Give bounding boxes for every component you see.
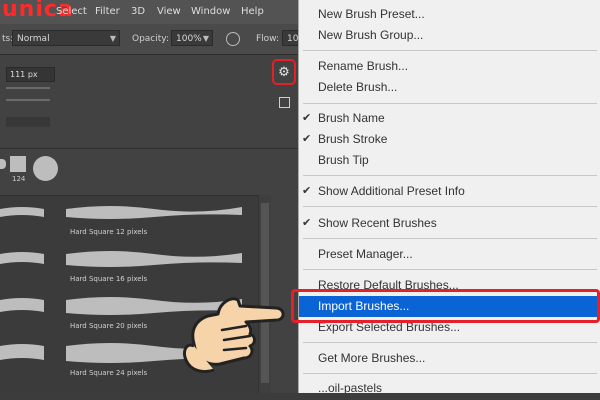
menu-new-brush-preset[interactable]: New Brush Preset...: [299, 4, 600, 25]
brush-size-value: 111 px: [10, 70, 38, 79]
gear-icon: ⚙: [278, 64, 290, 80]
menu-oil-pastels[interactable]: ...oil-pastels: [299, 378, 600, 393]
size-slider[interactable]: [6, 87, 50, 89]
checkmark-icon: ✔: [302, 185, 312, 197]
recent-brush-size: 124: [12, 175, 26, 183]
menu-separator: [303, 206, 597, 207]
menu-separator: [303, 373, 597, 374]
menu-separator: [303, 175, 597, 176]
brush-stroke-preview: [66, 206, 242, 219]
brush-name: Hard Square 16 pixels: [70, 275, 148, 283]
panel-divider: [0, 148, 300, 149]
menubar: unica Select Filter 3D View Window Help: [0, 0, 300, 24]
menu-rename-brush[interactable]: Rename Brush...: [299, 56, 600, 77]
menu-separator: [303, 103, 597, 104]
brush-stroke-preview: [0, 344, 44, 360]
menu-show-additional-preset-info[interactable]: ✔ Show Additional Preset Info: [299, 181, 600, 202]
import-brushes-highlight-frame: [291, 289, 600, 323]
menu-separator: [303, 342, 597, 343]
recent-brush-thumb[interactable]: [0, 159, 6, 169]
menu-filter[interactable]: Filter: [95, 6, 120, 17]
checkmark-icon: ✔: [302, 217, 312, 229]
menu-view[interactable]: View: [157, 6, 181, 17]
new-preset-icon[interactable]: [279, 97, 290, 108]
brush-settings-menu: New Brush Preset... New Brush Group... R…: [298, 0, 600, 393]
brush-size-input[interactable]: 111 px: [6, 67, 55, 82]
menu-brush-tip[interactable]: Brush Tip: [299, 150, 600, 171]
menu-brush-stroke[interactable]: ✔ Brush Stroke: [299, 129, 600, 150]
opacity-value: 100%: [176, 34, 202, 44]
menu-separator: [303, 269, 597, 270]
chevron-down-icon: ▼: [202, 34, 209, 43]
brush-name: Hard Square 12 pixels: [70, 228, 148, 236]
options-bar: ts: Normal ▼ Opacity: 100% ▼ Flow: 100: [0, 24, 304, 55]
brush-row[interactable]: Hard Square 16 pixels: [0, 243, 258, 288]
brush-stroke-preview: [0, 207, 44, 217]
flow-label: Flow:: [256, 34, 280, 44]
blend-mode-value: Normal: [17, 34, 50, 44]
brush-stroke-preview: [66, 251, 242, 267]
checkmark-icon: ✔: [302, 133, 312, 145]
checkmark-icon: ✔: [302, 112, 312, 124]
recent-brush-square[interactable]: [10, 156, 26, 172]
pressure-opacity-icon[interactable]: [226, 32, 240, 46]
brush-stroke-preview: [0, 298, 44, 312]
menu-preset-manager[interactable]: Preset Manager...: [299, 244, 600, 265]
menu-separator: [303, 238, 597, 239]
chevron-down-icon: ▼: [109, 34, 116, 43]
brush-row[interactable]: Hard Square 12 pixels: [0, 196, 258, 241]
opacity-input[interactable]: 100% ▼: [171, 30, 213, 46]
menu-select[interactable]: Select: [56, 6, 87, 17]
brush-name: Hard Square 24 pixels: [70, 369, 148, 377]
brush-stroke-preview: [0, 252, 44, 264]
menu-get-more-brushes[interactable]: Get More Brushes...: [299, 348, 600, 369]
pointing-hand-icon: [182, 297, 285, 374]
menu-window[interactable]: Window: [191, 6, 230, 17]
blend-mode-select[interactable]: Normal ▼: [12, 30, 120, 46]
menu-show-recent-brushes[interactable]: ✔ Show Recent Brushes: [299, 213, 600, 234]
menu-delete-brush[interactable]: Delete Brush...: [299, 77, 600, 98]
angle-field[interactable]: [6, 117, 50, 127]
menu-separator: [303, 50, 597, 51]
menu-help[interactable]: Help: [241, 6, 264, 17]
recent-brush-round[interactable]: [33, 156, 58, 181]
brush-name: Hard Square 20 pixels: [70, 322, 148, 330]
settings-menu-button[interactable]: ⚙: [272, 59, 296, 85]
menu-3d[interactable]: 3D: [131, 6, 145, 17]
menu-brush-name[interactable]: ✔ Brush Name: [299, 108, 600, 129]
hardness-slider[interactable]: [6, 99, 50, 101]
menu-new-brush-group[interactable]: New Brush Group...: [299, 25, 600, 46]
opacity-label: Opacity:: [132, 34, 169, 44]
photoshop-window: unica Select Filter 3D View Window Help …: [0, 0, 600, 393]
